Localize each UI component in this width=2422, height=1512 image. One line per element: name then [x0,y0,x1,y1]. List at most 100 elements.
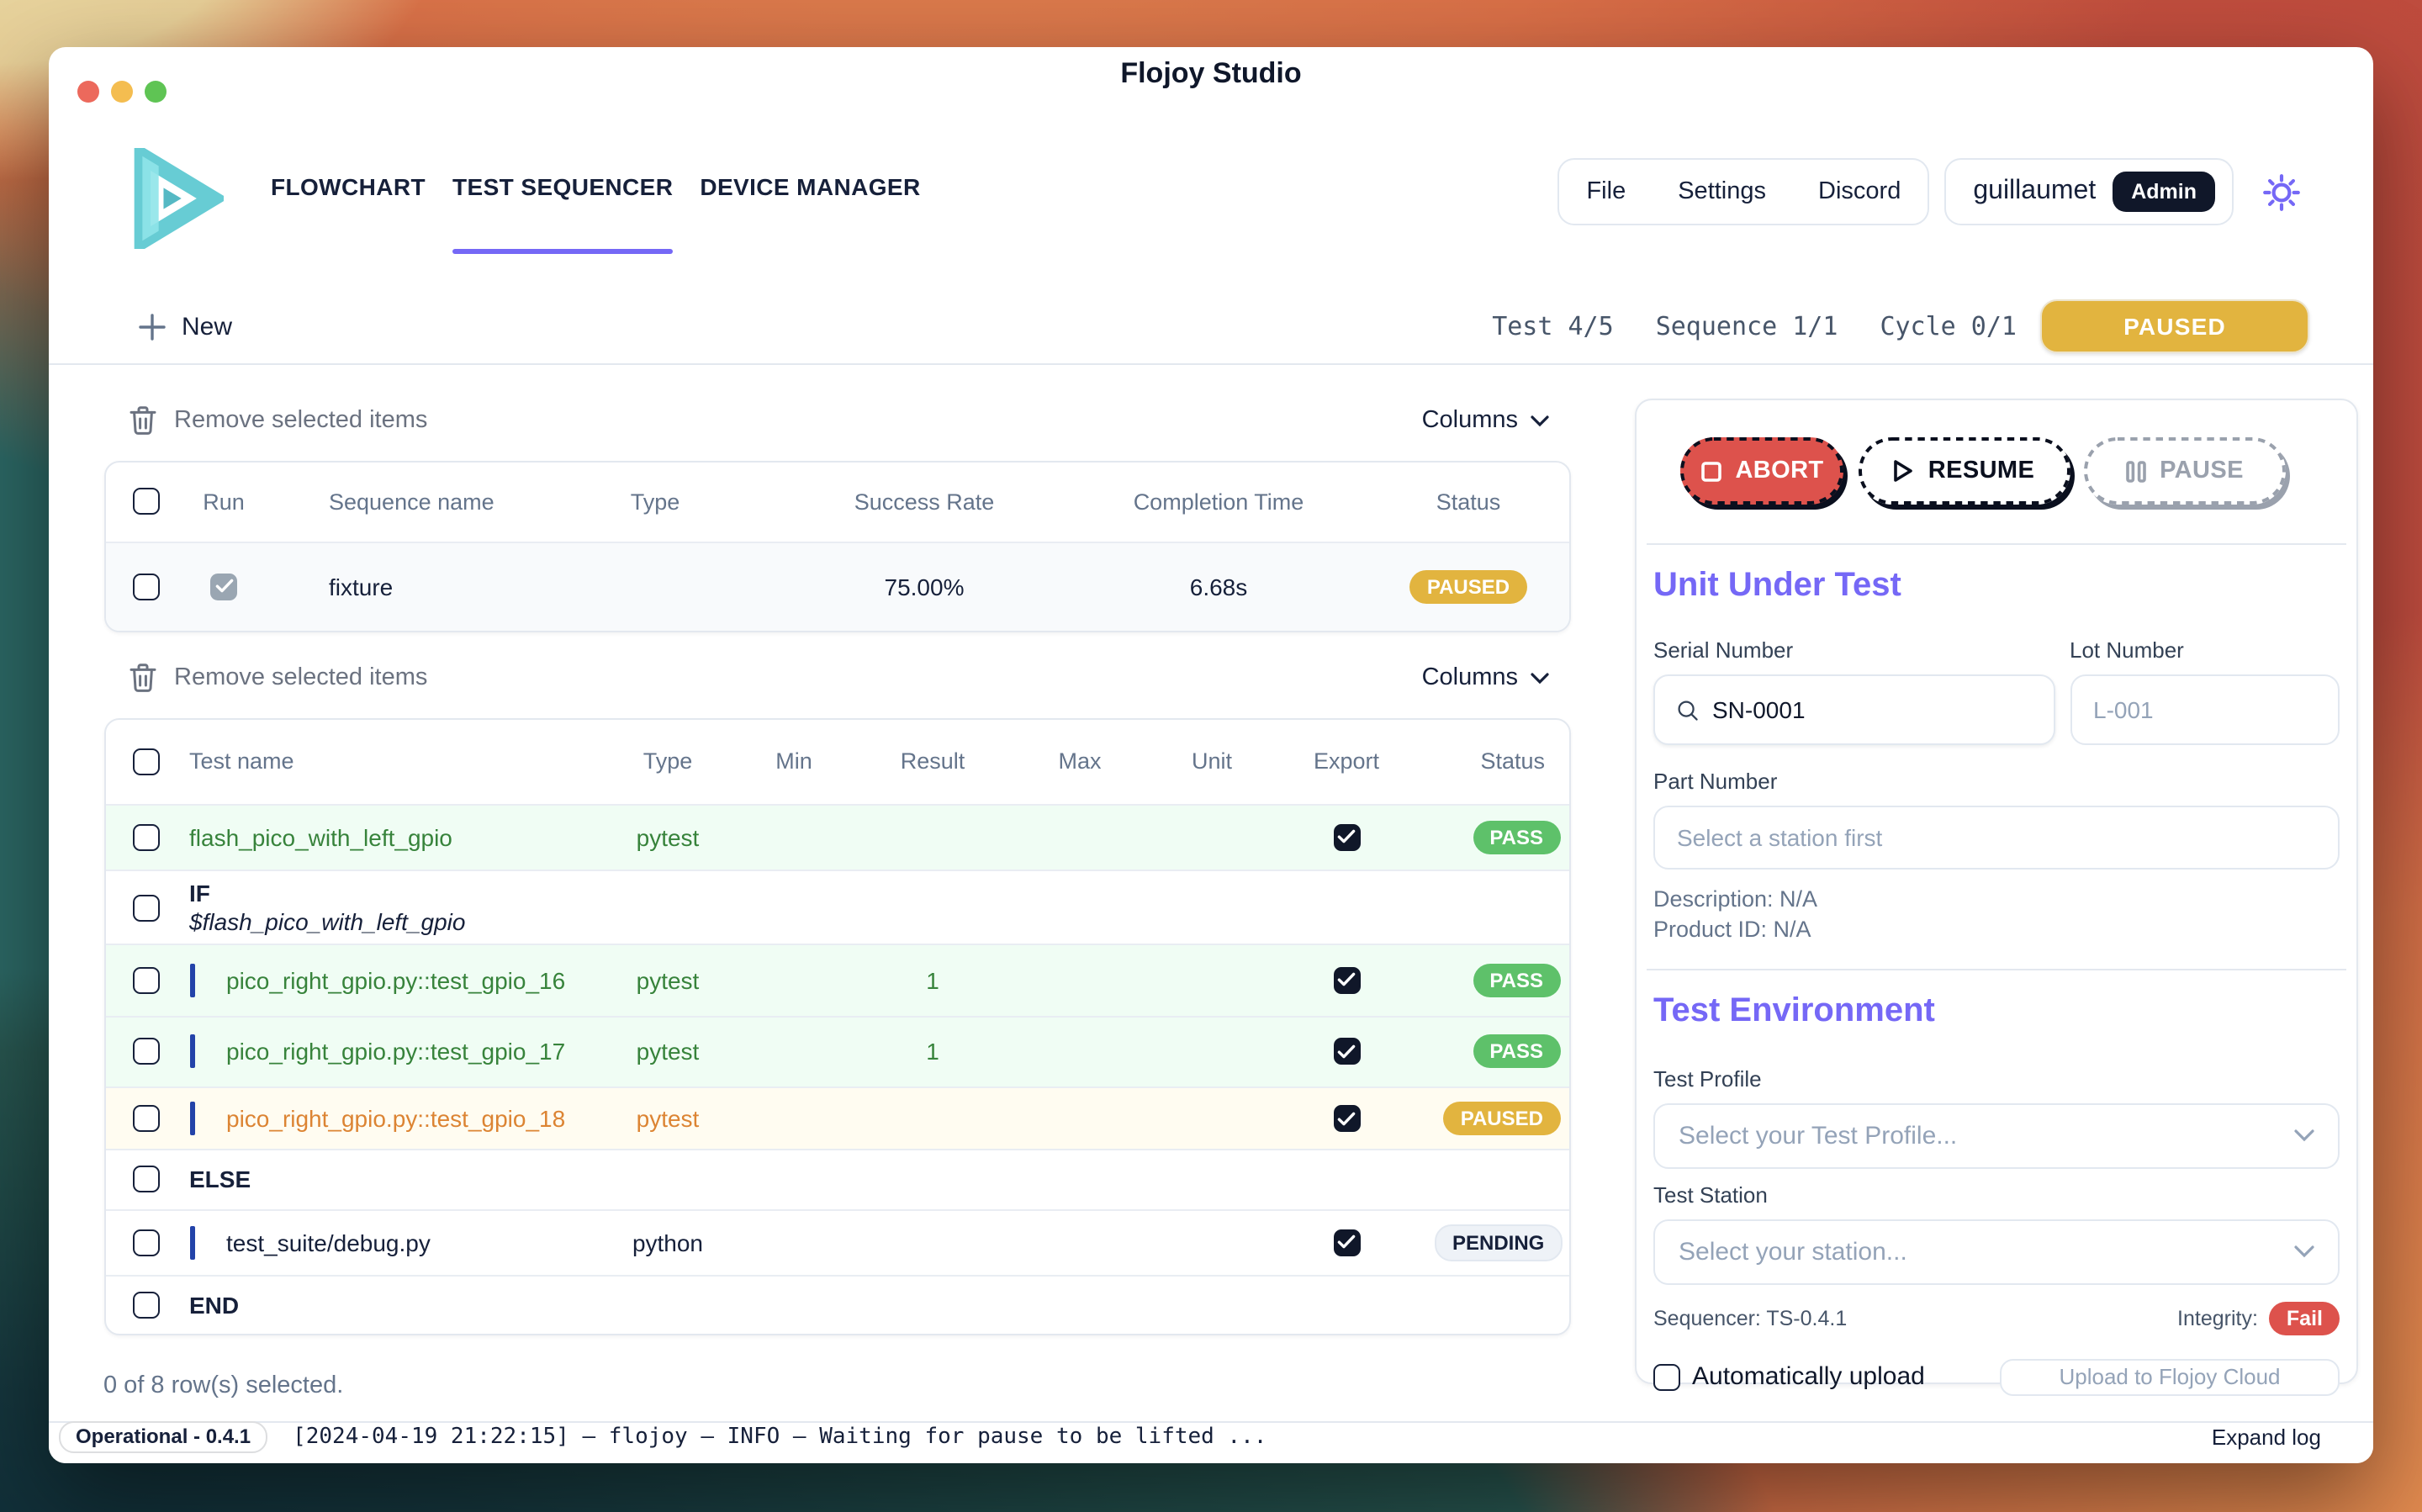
indent-marker [189,1226,194,1260]
test-row[interactable]: pico_right_gpio.py::test_gpio_18pytestPA… [105,1086,1568,1149]
export-checkbox[interactable] [1333,1039,1360,1065]
test-select-checkbox[interactable] [132,1039,159,1065]
menu-item-settings[interactable]: Settings [1678,178,1766,205]
tests-table: Test nameTypeMinResultMaxUnitExportStatu… [103,717,1570,1335]
export-checkbox[interactable] [1333,824,1360,851]
sequences-columns-dropdown[interactable]: Columns [1422,407,1570,434]
remove-selected-sequences[interactable]: Remove selected items [174,407,427,434]
test-select-checkbox[interactable] [132,1105,159,1132]
nav-tab-flowchart[interactable]: FLOWCHART [271,148,426,249]
sequence-run-checkbox[interactable] [210,573,237,600]
test-row[interactable]: IF$flash_pico_with_left_gpio [105,870,1568,944]
export-checkbox[interactable] [1333,1229,1360,1256]
test-type: python [605,1229,731,1256]
trash-icon[interactable] [129,663,156,693]
column-header: Min [731,748,857,774]
test-select-checkbox[interactable] [132,1166,159,1193]
theme-toggle-button[interactable] [2259,170,2303,214]
abort-button[interactable]: ABORT [1680,437,1843,505]
upload-cloud-button[interactable]: Upload to Flojoy Cloud [2000,1358,2340,1395]
new-button[interactable]: New [138,312,232,341]
test-name: ELSE [179,1166,605,1193]
app-window: Flojoy Studio FLOWCHART TEST SEQUENCER DEV… [49,47,2373,1463]
test-row[interactable]: test_suite/debug.pypythonPENDING [105,1208,1568,1275]
desktop: Flojoy Studio FLOWCHART TEST SEQUENCER DEV… [0,0,2422,1512]
test-profile-select[interactable]: Select your Test Profile... [1653,1102,2340,1168]
select-all-tests-checkbox[interactable] [132,748,159,775]
test-environment-title: Test Environment [1653,990,2340,1030]
sequence-select-checkbox[interactable] [132,573,159,600]
sun-icon [2260,171,2302,213]
nav-tab-label: TEST SEQUENCER [452,173,673,200]
column-header: Run [179,489,268,514]
nav-tab-label: DEVICE MANAGER [700,173,920,200]
selection-summary: 0 of 8 row(s) selected. [103,1372,1570,1398]
resume-button[interactable]: RESUME [1858,437,2070,505]
export-checkbox[interactable] [1333,967,1360,994]
test-row[interactable]: pico_right_gpio.py::test_gpio_16pytest1P… [105,944,1568,1015]
resume-label: RESUME [1928,457,2035,484]
test-station-label: Test Station [1653,1182,2340,1208]
expand-log-button[interactable]: Expand log [2212,1424,2321,1449]
remove-selected-tests[interactable]: Remove selected items [174,664,427,691]
test-name: pico_right_gpio.py::test_gpio_18 [179,1102,605,1135]
control-panel: ABORT RESUME PAUSE Unit Under Test Seria… [1635,398,2358,1384]
menu-item-discord[interactable]: Discord [1818,178,1901,205]
run-state-button[interactable]: PAUSED [2040,299,2309,353]
columns-label: Columns [1422,407,1518,434]
test-export [1272,824,1420,851]
window-title: Flojoy Studio [49,57,2373,91]
version-badge: Operational - 0.4.1 [59,1420,267,1452]
select-all-sequences-checkbox[interactable] [132,488,159,515]
test-type: pytest [605,824,731,851]
test-station-select[interactable]: Select your station... [1653,1219,2340,1284]
trash-icon[interactable] [129,405,156,436]
test-result: 1 [857,1039,1008,1065]
pause-icon [2126,460,2146,482]
sequencer-toolbar: New Test 4/5 Sequence 1/1 Cycle 0/1 PAUS… [138,299,2309,353]
test-type: pytest [605,967,731,994]
log-line: [2024-04-19 21:22:15] – flojoy – INFO – … [293,1424,1267,1449]
test-select-checkbox[interactable] [132,1229,159,1256]
columns-label: Columns [1422,664,1518,691]
header-right: File Settings Discord guillaumet Admin [1557,158,2303,225]
menu-item-file[interactable]: File [1586,178,1626,205]
lot-number-label: Lot Number [2070,637,2340,664]
column-header: Max [1008,748,1151,774]
lot-number-input[interactable]: L-001 [2070,674,2340,745]
nav-tab-test-sequencer[interactable]: TEST SEQUENCER [452,148,673,249]
tests-columns-dropdown[interactable]: Columns [1422,664,1570,691]
test-row[interactable]: END [105,1275,1568,1333]
column-header: Status [1420,748,1568,774]
indent-marker [189,1035,194,1069]
sequencer-version: Sequencer: TS-0.4.1 [1653,1306,1847,1330]
user-menu[interactable]: guillaumet Admin [1944,158,2234,225]
part-number-input[interactable]: Select a station first [1653,805,2340,869]
panel-divider [1647,968,2346,970]
test-row[interactable]: flash_pico_with_left_gpiopytest PASS [105,803,1568,870]
integrity-status: Integrity: Fail [2177,1301,2340,1335]
test-status: PASS [1420,821,1568,854]
serial-number-input[interactable]: SN-0001 [1653,674,2054,745]
test-name: END [179,1292,605,1319]
test-select-checkbox[interactable] [132,894,159,921]
sequence-row[interactable]: fixture75.00%6.68sPAUSED [105,541,1568,630]
test-profile-placeholder: Select your Test Profile... [1679,1121,1957,1150]
test-export [1272,1039,1420,1065]
sequence-success-rate: 75.00% [756,573,1092,600]
pause-button[interactable]: PAUSE [2084,437,2286,505]
export-checkbox[interactable] [1333,1105,1360,1132]
sequences-table: RunSequence nameTypeSuccess RateCompleti… [103,460,1570,632]
auto-upload-checkbox[interactable] [1653,1363,1680,1390]
test-select-checkbox[interactable] [132,824,159,851]
test-select-checkbox[interactable] [132,967,159,994]
test-row[interactable]: ELSE [105,1149,1568,1208]
test-name: flash_pico_with_left_gpio [179,824,605,851]
nav-tab-device-manager[interactable]: DEVICE MANAGER [700,148,920,249]
column-header: Success Rate [756,489,1092,514]
test-select-checkbox[interactable] [132,1292,159,1319]
column-header: Status [1345,489,1568,514]
description-line: Description: N/A [1653,886,2340,911]
test-row[interactable]: pico_right_gpio.py::test_gpio_17pytest1P… [105,1015,1568,1086]
column-header: Type [605,748,731,774]
